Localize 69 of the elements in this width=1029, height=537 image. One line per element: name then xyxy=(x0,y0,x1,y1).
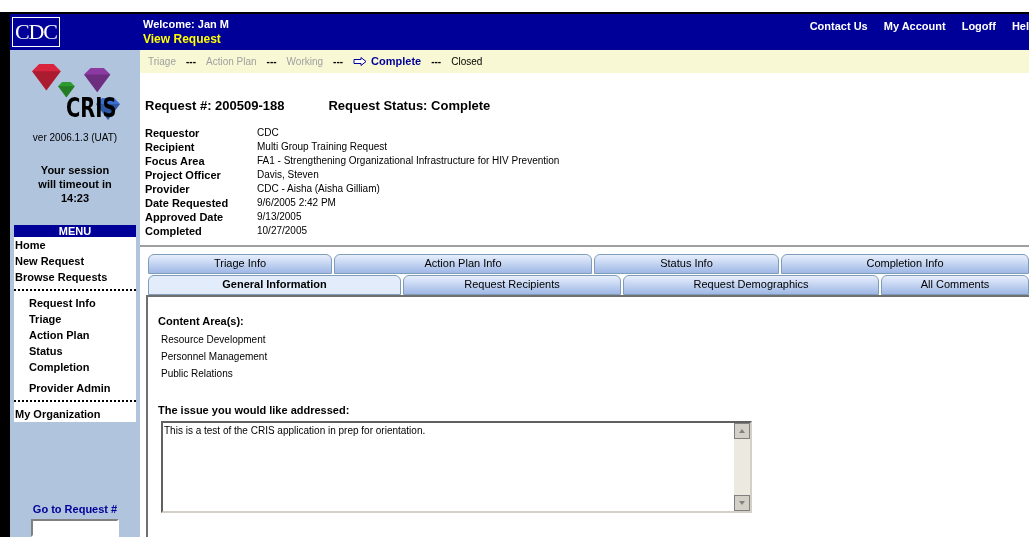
tab[interactable]: All Comments xyxy=(881,274,1029,295)
step-separator: --- xyxy=(431,55,442,69)
issue-text-area[interactable]: This is a test of the CRIS application in prep for orientation. xyxy=(161,420,752,513)
scrollbar[interactable] xyxy=(734,422,750,511)
menu-item[interactable]: Browse Requests xyxy=(14,269,136,285)
detail-label: Recipient xyxy=(145,139,196,154)
workflow-step: Working xyxy=(286,54,324,69)
detail-label: Focus Area xyxy=(145,153,206,168)
menu-item[interactable]: Provider Admin xyxy=(14,380,136,396)
content-area-item: Resource Development xyxy=(161,333,267,347)
detail-value: CDC - Aisha (Aisha Gilliam) xyxy=(257,181,381,196)
detail-label: Completed xyxy=(145,223,203,238)
header-link[interactable]: Logoff xyxy=(961,18,996,50)
tab[interactable]: Action Plan Info xyxy=(334,253,592,274)
scroll-down-icon[interactable] xyxy=(734,494,750,511)
header-link[interactable]: Hel xyxy=(1011,18,1029,50)
detail-value: CDC xyxy=(257,125,280,140)
tab[interactable]: Request Recipients xyxy=(403,274,621,295)
menu-item[interactable]: Status xyxy=(14,343,136,359)
step-separator: --- xyxy=(333,55,344,69)
menu-title: MENU xyxy=(14,225,136,237)
request-number-field[interactable] xyxy=(31,519,119,537)
scroll-up-icon[interactable] xyxy=(734,422,750,439)
workflow-step: Closed xyxy=(451,54,483,69)
arrow-icon xyxy=(353,57,368,66)
request-number: Request #: 200509-188 xyxy=(145,97,285,115)
detail-value: 10/27/2005 xyxy=(257,223,309,238)
content-area-heading: Content Area(s): xyxy=(158,313,245,329)
menu-item[interactable]: Home xyxy=(14,237,136,253)
version-text: ver 2006.1.3 (UAT) xyxy=(32,131,118,145)
page-title: View Request xyxy=(143,31,222,47)
cdc-logo[interactable]: CDC xyxy=(12,17,60,47)
cris-logo-text: CRIS xyxy=(66,94,117,122)
menu-item[interactable]: Triage xyxy=(14,311,136,327)
workflow-step: Action Plan xyxy=(206,54,257,69)
session-timeout-text: Your session will timeout in 14:23 xyxy=(37,163,113,205)
tab[interactable]: Request Demographics xyxy=(623,274,879,295)
tab[interactable]: General Information xyxy=(148,274,401,295)
menu-item[interactable]: Request Info xyxy=(14,295,136,311)
detail-value: 9/13/2005 xyxy=(257,209,303,224)
header-link[interactable]: My Account xyxy=(883,18,946,50)
detail-value: FA1 - Strengthening Organizational Infrastructure for HIV Prevention xyxy=(257,153,561,168)
tab[interactable]: Completion Info xyxy=(781,253,1029,274)
detail-label: Requestor xyxy=(145,125,201,140)
tab[interactable]: Status Info xyxy=(594,253,779,274)
tab[interactable]: Triage Info xyxy=(148,253,332,274)
menu-item[interactable]: Completion xyxy=(14,359,136,375)
go-to-request-label: Go to Request # xyxy=(31,501,119,517)
workflow-step: Triage xyxy=(148,54,176,69)
welcome-text: Welcome: Jan M xyxy=(143,17,229,31)
detail-label: Project Officer xyxy=(145,167,222,182)
detail-value: 9/6/2005 2:42 PM xyxy=(257,195,337,210)
detail-label: Approved Date xyxy=(145,209,225,224)
step-separator: --- xyxy=(186,55,196,69)
step-separator: --- xyxy=(266,55,277,69)
detail-value: Multi Group Training Request xyxy=(257,139,389,154)
workflow-step: Complete xyxy=(371,53,422,70)
menu-item[interactable]: New Request xyxy=(14,253,136,269)
menu-item[interactable]: Action Plan xyxy=(14,327,136,343)
detail-value: Davis, Steven xyxy=(257,167,320,182)
issue-heading: The issue you would like addressed: xyxy=(158,403,351,418)
detail-label: Date Requested xyxy=(145,195,230,210)
menu-item[interactable]: My Organization xyxy=(14,406,136,422)
request-status: Request Status: Complete xyxy=(328,97,491,115)
detail-label: Provider xyxy=(145,181,191,196)
content-area-item: Personnel Management xyxy=(161,350,269,364)
content-area-item: Public Relations xyxy=(161,367,234,381)
header-link[interactable]: Contact Us xyxy=(809,18,868,50)
issue-text: This is a test of the CRIS application in prep for orientation. xyxy=(163,423,427,438)
